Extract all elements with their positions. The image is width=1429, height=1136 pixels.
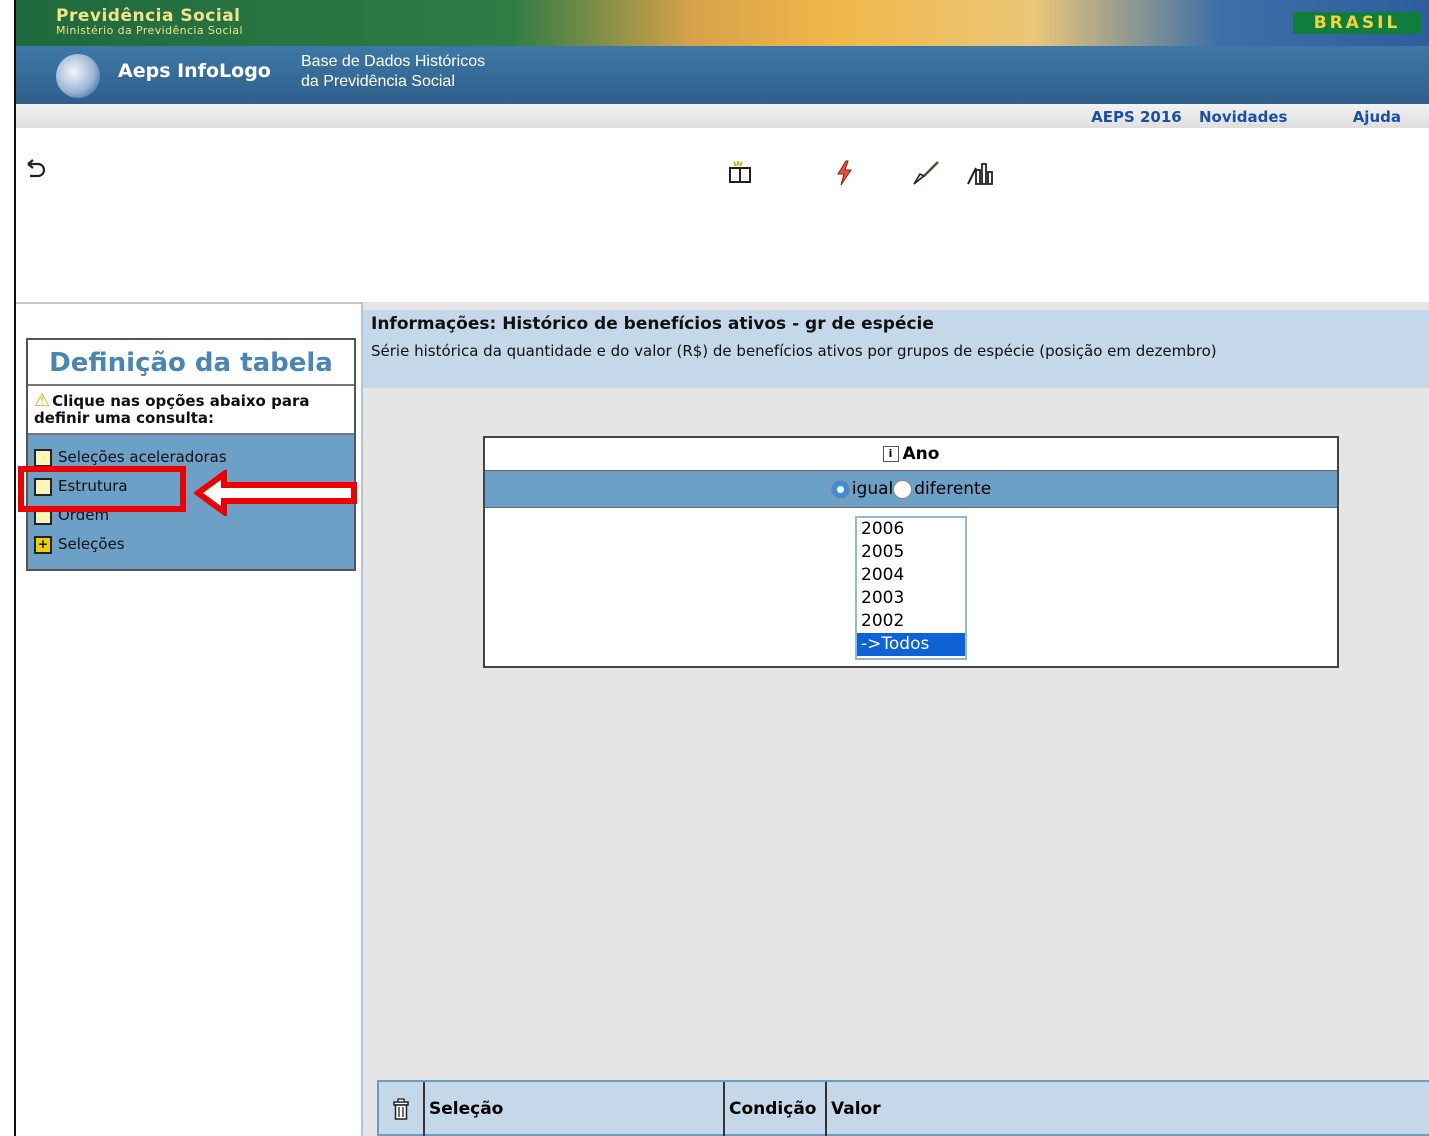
new-table-icon[interactable] — [728, 160, 754, 190]
government-banner: Previdência Social Ministério da Previdê… — [16, 0, 1429, 46]
sidebar-item-label: Seleções — [58, 535, 125, 553]
main-content: Informações: Histórico de benefícios ati… — [361, 302, 1429, 1136]
year-option[interactable]: 2004 — [857, 564, 965, 587]
warning-icon: ⚠ — [34, 390, 51, 411]
nav-link-aeps[interactable]: AEPS 2016 — [1091, 108, 1182, 126]
column-valor: Valor — [831, 1099, 881, 1119]
info-header: Informações: Histórico de benefícios ati… — [363, 310, 1429, 388]
year-option[interactable]: 2002 — [857, 610, 965, 633]
sidebar-title: Definição da tabela — [28, 340, 354, 386]
clear-broom-icon[interactable] — [912, 160, 940, 192]
chart-icon[interactable] — [966, 160, 994, 192]
year-option[interactable]: 2003 — [857, 587, 965, 610]
org-title: Previdência Social — [56, 6, 241, 26]
radio-diferente-label[interactable]: diferente — [914, 479, 991, 499]
year-listbox[interactable]: 2006 2005 2004 2003 2002 ->Todos — [855, 516, 967, 660]
expand-plus-icon: + — [34, 535, 52, 554]
info-title: Informações: Histórico de benefícios ati… — [371, 314, 934, 334]
year-option-selected[interactable]: ->Todos — [857, 633, 965, 656]
radio-igual-label[interactable]: igual — [852, 479, 893, 499]
sidebar-hint: ⚠ Clique nas opções abaixo para definir u… — [28, 386, 354, 435]
org-subtitle: Ministério da Previdência Social — [56, 24, 243, 37]
org-brand: Previdência Social Ministério da Previdê… — [56, 8, 243, 37]
year-option[interactable]: 2006 — [857, 518, 965, 541]
radio-diferente[interactable] — [893, 479, 913, 499]
sidebar-item-label: Seleções aceleradoras — [58, 448, 227, 466]
info-icon[interactable]: i — [882, 446, 899, 462]
filter-header: i Ano — [485, 438, 1337, 471]
year-option[interactable]: 2005 — [857, 541, 965, 564]
info-description: Série histórica da quantidade e do valor… — [371, 342, 1217, 360]
nav-link-ajuda[interactable]: Ajuda — [1353, 108, 1401, 126]
table-definition-panel: Definição da tabela ⚠ Clique nas opções a… — [26, 338, 356, 571]
filter-field-label: Ano — [902, 444, 940, 464]
toolbar — [16, 128, 1429, 304]
lightning-icon[interactable] — [834, 160, 854, 192]
filter-condition: igual diferente — [485, 471, 1337, 508]
sidebar-hint-text: Clique nas opções abaixo para definir um… — [34, 392, 310, 427]
app-header: Aeps InfoLogo Base de Dados Históricos d… — [16, 46, 1429, 104]
column-condicao: Condição — [725, 1082, 827, 1136]
column-selecao: Seleção — [425, 1082, 725, 1136]
app-subtitle-line1: Base de Dados Históricos — [301, 53, 486, 70]
back-icon[interactable] — [24, 158, 48, 188]
nav-strip: AEPS 2016 Novidades Ajuda — [16, 104, 1429, 128]
globe-logo-icon — [56, 54, 100, 98]
app-subtitle: Base de Dados Históricos da Previdência … — [301, 52, 485, 92]
brasil-logo: BRASIL — [1293, 12, 1421, 34]
page-frame: Previdência Social Ministério da Previdê… — [14, 0, 1429, 1136]
selection-table-header: Seleção Condição Valor — [377, 1080, 1429, 1136]
app-subtitle-line2: da Previdência Social — [301, 73, 455, 90]
annotation-highlight-box — [18, 466, 186, 512]
nav-link-novidades[interactable]: Novidades — [1199, 108, 1287, 126]
app-name: Aeps InfoLogo — [118, 60, 271, 82]
year-filter-panel: i Ano igual diferente 2006 2005 2004 2003 … — [483, 436, 1339, 668]
nav-links: AEPS 2016 Novidades Ajuda — [1079, 108, 1401, 126]
sidebar-item-selecoes[interactable]: + Seleções — [34, 530, 348, 559]
trash-icon[interactable] — [379, 1082, 425, 1136]
square-icon — [34, 448, 52, 467]
annotation-arrow-icon — [194, 470, 357, 516]
radio-igual[interactable] — [830, 479, 850, 499]
